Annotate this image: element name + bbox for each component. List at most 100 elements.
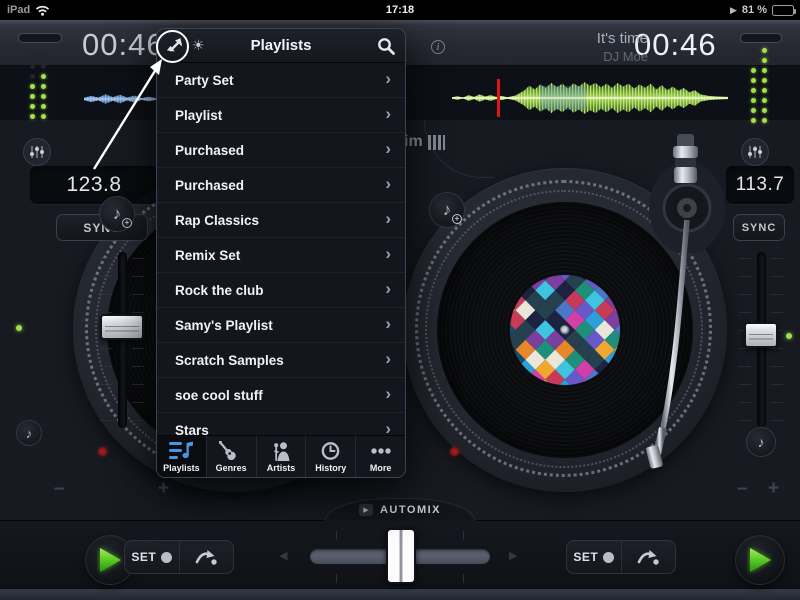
crossfader-tick [463, 531, 464, 540]
music-note-icon: ♪ [113, 204, 122, 224]
playlist-name: Party Set [175, 73, 385, 88]
tab-label: Playlists [163, 463, 200, 473]
left-jump-cue-button[interactable] [179, 541, 234, 573]
eq-sliders-icon [29, 145, 45, 159]
playlist-row[interactable]: Purchased› [157, 133, 405, 168]
playlist-name: Remix Set [175, 248, 385, 263]
spindle [560, 325, 569, 334]
tab-label: History [315, 463, 346, 473]
playlist-row[interactable]: Party Set› [157, 63, 405, 98]
music-note-icon: ♪ [26, 426, 33, 441]
clock: 17:18 [0, 4, 800, 16]
brightness-icon[interactable]: ☀ [192, 37, 205, 54]
playlist-row[interactable]: Purchased› [157, 168, 405, 203]
crossfader-tick [463, 574, 464, 583]
plus-badge-icon: + [122, 218, 132, 228]
tab-genres[interactable]: Genres [207, 436, 257, 477]
crossfader-left-arrow-icon: ◀ [279, 549, 287, 562]
right-pitch-led [786, 333, 792, 339]
automix-play-icon: ▶ [359, 504, 373, 516]
playlist-row[interactable]: Remix Set› [157, 238, 405, 273]
cue-dot-icon [603, 552, 614, 563]
playlist-row[interactable]: Playlist› [157, 98, 405, 133]
tab-history[interactable]: History [306, 436, 356, 477]
cue-dot-icon [161, 552, 172, 563]
left-cue-group: SET [124, 540, 234, 574]
library-browser-popup: ☀ Playlists Party Set› Playlist› Purchas… [156, 28, 406, 478]
set-label: SET [573, 550, 598, 564]
chevron-right-icon: › [385, 69, 391, 89]
playlist-row[interactable]: Scratch Samples› [157, 343, 405, 378]
chevron-right-icon: › [385, 244, 391, 264]
tab-more[interactable]: More [356, 436, 405, 477]
playlists-icon [168, 441, 194, 461]
jump-arrow-icon [193, 547, 219, 567]
chevron-right-icon: › [385, 384, 391, 404]
playlist-row[interactable]: soe cool stuff› [157, 378, 405, 413]
playlist-name: Rock the club [175, 283, 385, 298]
right-load-track-button[interactable]: ♪ + [429, 192, 465, 228]
right-track-info: It's time DJ Moe [470, 30, 648, 64]
right-cue-group: SET [566, 540, 676, 574]
left-set-cue-button[interactable]: SET [125, 541, 179, 573]
chevron-right-icon: › [385, 104, 391, 124]
tab-label: More [370, 463, 392, 473]
crossfader-handle[interactable] [386, 528, 416, 584]
chevron-right-icon: › [385, 279, 391, 299]
playlist-name: Purchased [175, 178, 385, 193]
track-title: It's time [470, 30, 648, 47]
guitar-icon [219, 441, 243, 461]
logo-grid-icon [428, 135, 445, 150]
playlist-name: Playlist [175, 108, 385, 123]
search-icon[interactable] [377, 37, 395, 55]
chevron-right-icon: › [385, 209, 391, 229]
chevron-right-icon: › [385, 349, 391, 369]
battery-percent: 81 % [742, 4, 767, 16]
right-jump-cue-button[interactable] [621, 541, 676, 573]
footer-strip [0, 588, 800, 600]
playlist-name: Samy's Playlist [175, 318, 385, 333]
right-strobe-lamp [450, 447, 459, 456]
left-pitch-led [16, 325, 22, 331]
tab-playlists[interactable]: Playlists [157, 436, 207, 477]
crossfader-right-arrow-icon: ▶ [509, 549, 517, 562]
left-load-track-button[interactable]: ♪ + [99, 196, 135, 232]
playlist-name: Stars [175, 423, 385, 436]
playlist-name: soe cool stuff [175, 388, 385, 403]
left-keylock-button[interactable]: ♪ [16, 420, 42, 446]
right-set-cue-button[interactable]: SET [567, 541, 621, 573]
left-pitch-slider[interactable] [118, 252, 127, 428]
artist-icon [269, 441, 293, 461]
playlist-row[interactable]: Rock the club› [157, 273, 405, 308]
crossfader-tick [336, 531, 337, 540]
play-triangle-icon [747, 545, 773, 575]
left-pitch-bend-plus[interactable]: + [158, 482, 169, 496]
right-eject-slot [740, 33, 782, 43]
ellipsis-icon [369, 441, 393, 461]
playlist-row[interactable]: Samy's Playlist› [157, 308, 405, 343]
right-vu-meter [751, 48, 767, 123]
chevron-right-icon: › [385, 419, 391, 435]
tab-artists[interactable]: Artists [257, 436, 307, 477]
right-pitch-fader[interactable] [744, 322, 778, 348]
left-pitch-fader[interactable] [100, 314, 144, 340]
left-pitch-ticks [132, 258, 144, 424]
play-triangle-icon [97, 545, 123, 575]
browser-tab-bar: Playlists Genres A [157, 435, 405, 477]
chevron-right-icon: › [385, 314, 391, 334]
waveform-centerline [452, 97, 728, 99]
playhead-marker [497, 79, 500, 117]
info-icon[interactable]: i [431, 40, 445, 54]
playlist-name: Scratch Samples [175, 353, 385, 368]
playlist-name: Rap Classics [175, 213, 385, 228]
playlist-row[interactable]: Rap Classics› [157, 203, 405, 238]
right-pitch-bend-plus[interactable]: + [768, 482, 779, 496]
browser-header: ☀ Playlists [157, 29, 405, 63]
playlist-list: Party Set› Playlist› Purchased› Purchase… [157, 63, 405, 435]
left-eq-button[interactable] [23, 138, 51, 166]
playlist-row[interactable]: Stars› [157, 413, 405, 435]
left-vu-meter [30, 54, 46, 119]
plus-badge-icon: + [452, 214, 462, 224]
right-play-button[interactable] [735, 535, 785, 585]
left-pitch-bend-minus[interactable]: – [54, 482, 65, 496]
